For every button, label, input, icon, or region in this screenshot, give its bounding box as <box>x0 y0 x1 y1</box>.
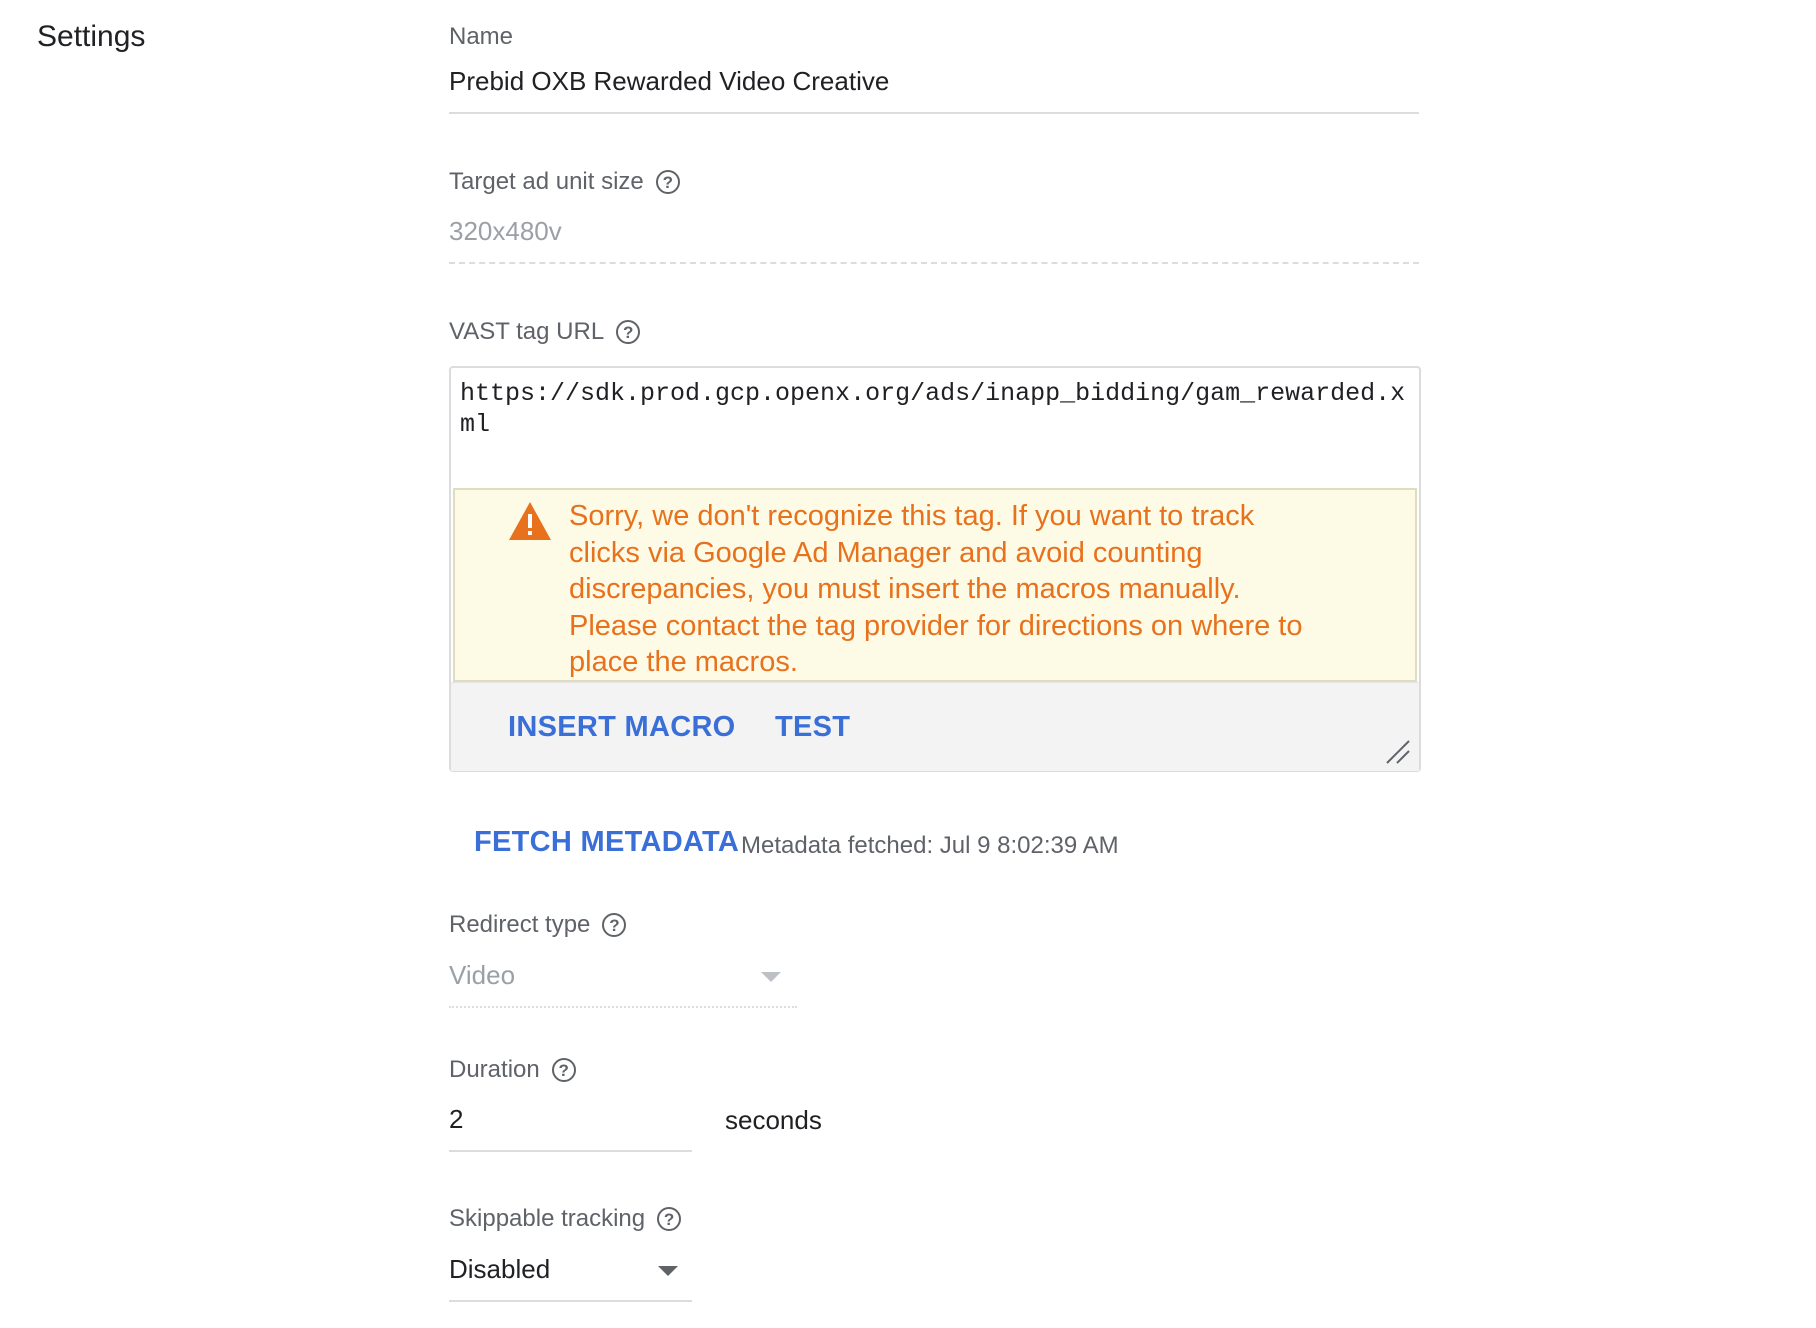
duration-unit: seconds <box>725 1105 822 1135</box>
help-icon[interactable]: ? <box>657 1207 682 1231</box>
name-label: Name <box>449 23 513 51</box>
warning-icon <box>509 502 551 540</box>
vast-tag-url-editor: https://sdk.prod.gcp.openx.org/ads/inapp… <box>449 366 1421 772</box>
target-ad-unit-size-label: Target ad unit size ? <box>449 168 680 196</box>
name-label-text: Name <box>449 23 514 50</box>
fetch-metadata-button[interactable]: FETCH METADATA <box>474 826 739 859</box>
chevron-down-icon <box>658 1266 678 1276</box>
metadata-status: Metadata fetched: Jul 9 8:02:39 AM <box>741 832 1119 859</box>
chevron-down-icon <box>761 972 781 982</box>
vast-tag-url-textarea[interactable]: https://sdk.prod.gcp.openx.org/ads/inapp… <box>460 378 1412 440</box>
duration-label-text: Duration <box>449 1056 540 1083</box>
vast-toolbar: INSERT MACRO TEST <box>451 682 1419 771</box>
skippable-tracking-label: Skippable tracking ? <box>449 1205 682 1233</box>
warning-message: Sorry, we don't recognize this tag. If y… <box>569 500 1303 678</box>
unrecognized-tag-warning: Sorry, we don't recognize this tag. If y… <box>453 488 1417 682</box>
insert-macro-button[interactable]: INSERT MACRO <box>508 711 736 744</box>
name-input[interactable]: Prebid OXB Rewarded Video Creative <box>449 66 1419 114</box>
vast-tag-url-label-text: VAST tag URL <box>449 318 605 345</box>
redirect-type-label-text: Redirect type <box>449 911 591 938</box>
resize-handle-icon[interactable] <box>1383 737 1411 765</box>
target-ad-unit-size-label-text: Target ad unit size <box>449 168 644 195</box>
redirect-type-label: Redirect type ? <box>449 911 627 939</box>
target-ad-unit-size-value: 320x480v <box>449 216 1419 264</box>
skippable-tracking-label-text: Skippable tracking <box>449 1205 646 1232</box>
help-icon[interactable]: ? <box>551 1058 576 1082</box>
help-icon[interactable]: ? <box>616 320 641 344</box>
redirect-type-value: Video <box>449 960 516 990</box>
test-button[interactable]: TEST <box>775 711 850 744</box>
skippable-tracking-value: Disabled <box>449 1254 551 1284</box>
skippable-tracking-select[interactable]: Disabled <box>449 1254 692 1302</box>
help-icon[interactable]: ? <box>602 913 627 937</box>
help-icon[interactable]: ? <box>655 170 680 194</box>
section-title: Settings <box>37 20 146 53</box>
vast-tag-url-label: VAST tag URL ? <box>449 318 641 346</box>
duration-input[interactable]: 2 <box>449 1104 692 1152</box>
duration-label: Duration ? <box>449 1056 576 1084</box>
redirect-type-select: Video <box>449 960 797 1008</box>
